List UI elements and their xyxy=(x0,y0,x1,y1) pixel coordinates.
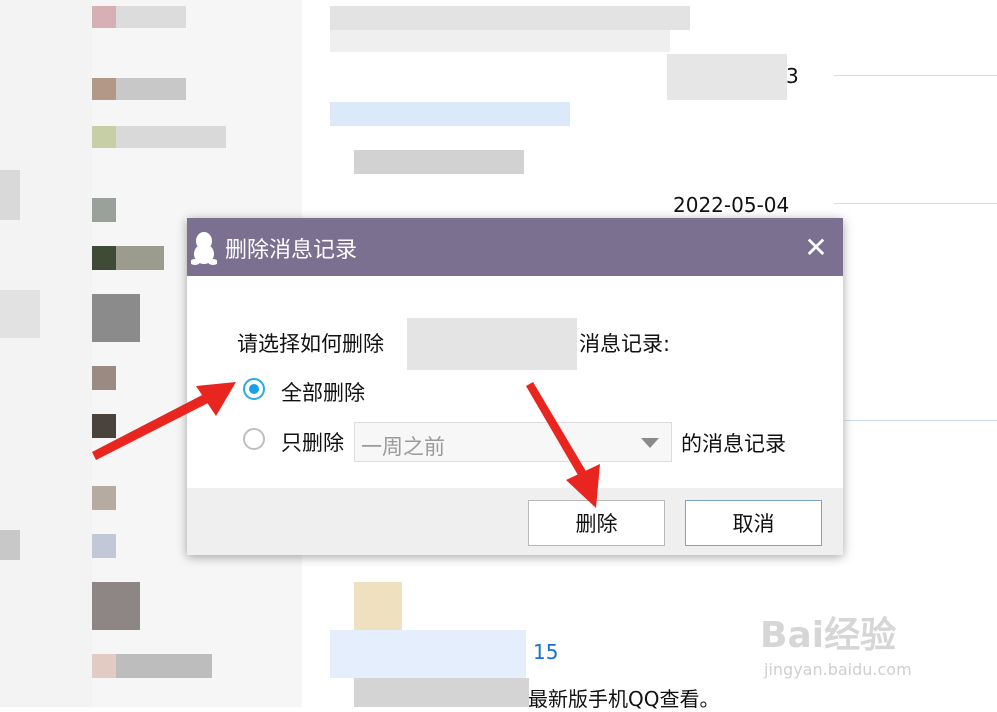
period-suffix-label: 的消息记录 xyxy=(681,432,786,456)
dialog-footer: 删除 取消 xyxy=(187,488,843,555)
message-link-number[interactable]: 15 xyxy=(533,640,558,664)
close-icon: ✕ xyxy=(804,230,828,264)
redacted-contact-name xyxy=(407,318,577,370)
dialog-title: 删除消息记录 xyxy=(225,238,358,263)
left-sidebar-blurred xyxy=(0,0,92,707)
radio-delete-all[interactable] xyxy=(243,378,265,400)
date-divider xyxy=(845,420,997,421)
watermark-url: jingyan.baidu.com xyxy=(764,660,912,679)
watermark-brand: Bai经验 xyxy=(760,615,897,656)
radio-delete-partial[interactable] xyxy=(243,428,265,450)
prompt-text: 请选择如何删除 xyxy=(237,332,384,356)
period-select[interactable]: 一周之前 xyxy=(354,422,672,462)
partial-date-char: 3 xyxy=(786,64,799,88)
dialog-body: 请选择如何删除 消息记录: 全部删除 只删除 一周之前 的消息记录 xyxy=(187,276,843,488)
cancel-button[interactable]: 取消 xyxy=(685,500,822,546)
prompt-text-tail: 消息记录: xyxy=(579,332,671,356)
dialog-titlebar[interactable]: 删除消息记录 ✕ xyxy=(187,218,843,276)
delete-button[interactable]: 删除 xyxy=(528,500,665,546)
date-label: 2022-05-04 xyxy=(673,193,790,217)
message-fragment: 最新版手机QQ查看。 xyxy=(528,687,720,711)
close-button[interactable]: ✕ xyxy=(799,230,833,264)
period-select-value: 一周之前 xyxy=(361,435,445,459)
baidu-watermark: Bai经验 jingyan.baidu.com xyxy=(760,598,992,690)
delete-history-dialog: 删除消息记录 ✕ 请选择如何删除 消息记录: 全部删除 只删除 一周之前 的消息… xyxy=(187,218,843,555)
chevron-down-icon xyxy=(641,438,659,448)
date-divider xyxy=(834,75,997,76)
option-delete-partial-label[interactable]: 只删除 xyxy=(281,427,344,457)
option-delete-all-label[interactable]: 全部删除 xyxy=(281,377,365,407)
qq-penguin-icon xyxy=(191,232,217,265)
date-divider xyxy=(834,203,997,204)
